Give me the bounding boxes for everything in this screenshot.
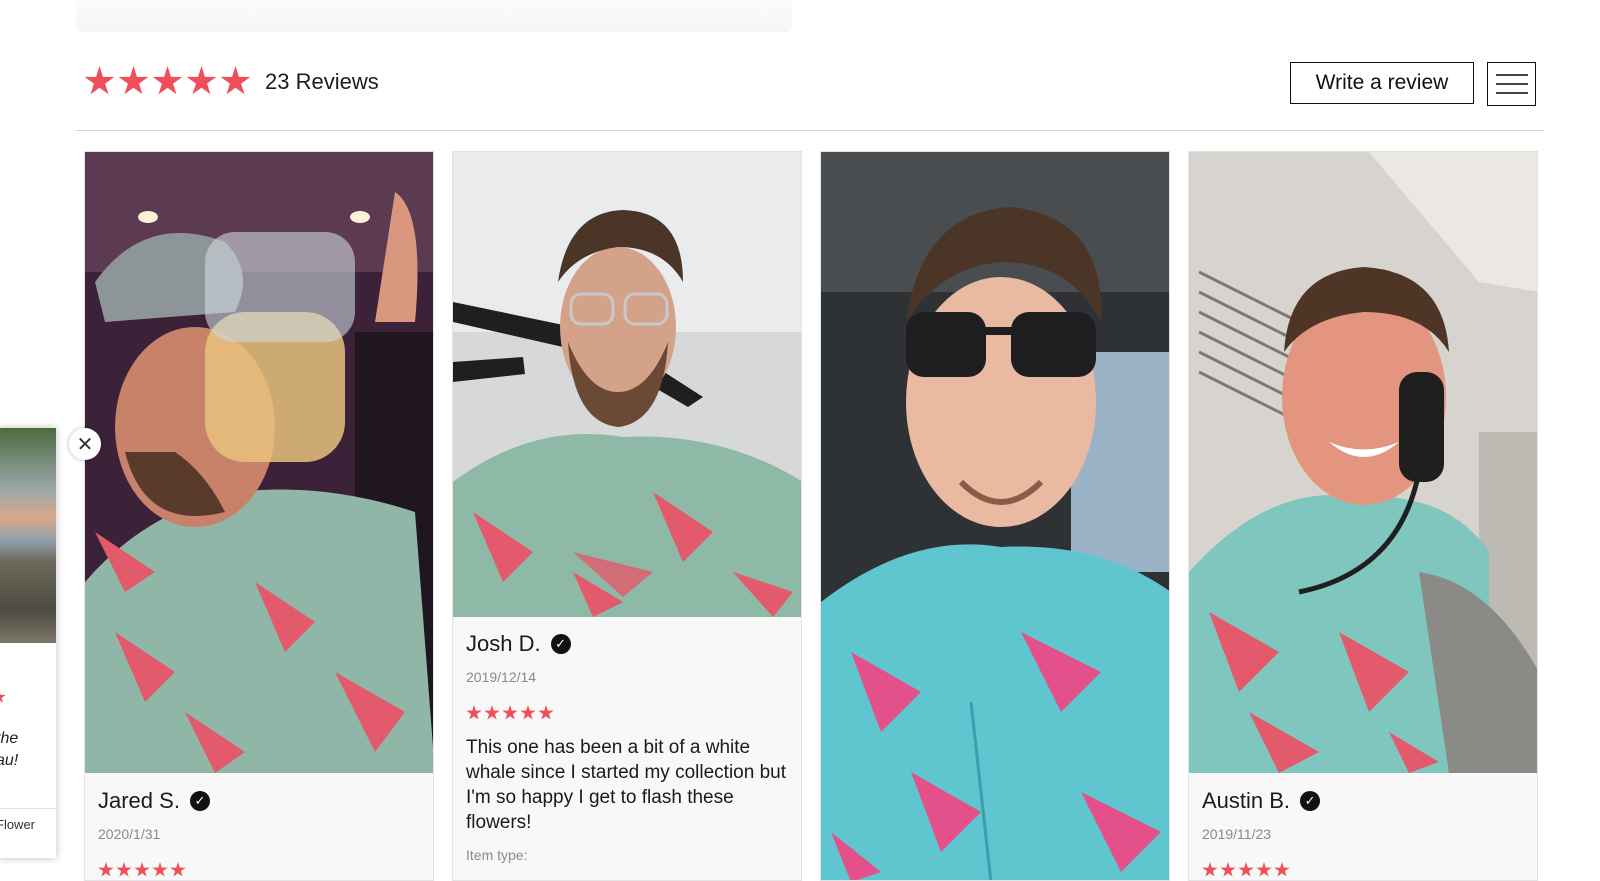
review-count: 23 Reviews: [265, 68, 379, 94]
verified-check-icon: ✓: [1300, 791, 1321, 811]
popup-product-line: .: [0, 834, 35, 852]
reviewer-name-text: Josh D.: [466, 631, 541, 656]
star-icon: [1202, 862, 1218, 877]
popup-text-line: the: [0, 730, 19, 747]
review-photo[interactable]: [821, 152, 1169, 880]
star-icon: [538, 705, 554, 720]
review-card[interactable]: Josh D. ✓ 2019/12/14 This one has been a…: [452, 151, 802, 881]
star-icon: [1238, 862, 1254, 877]
review-stars: [98, 862, 420, 878]
star-icon: [152, 66, 183, 95]
review-card[interactable]: Jared S. ✓ 2020/1/31: [84, 151, 434, 881]
review-text: This one has been a bit of a white whale…: [466, 737, 786, 833]
average-rating-stars: [84, 66, 251, 97]
star-icon: [1256, 862, 1272, 877]
review-card[interactable]: [820, 151, 1170, 881]
review-stars: [1202, 862, 1524, 878]
star-icon: [116, 862, 132, 877]
star-icon: [84, 66, 115, 95]
star-icon: [520, 705, 536, 720]
item-type-label: Item type:: [466, 847, 528, 863]
star-icon: [186, 66, 217, 95]
top-banner-strip: [76, 0, 792, 32]
reviewer-name: Jared S. ✓: [98, 788, 420, 814]
review-stars: [466, 705, 788, 721]
divider: [0, 808, 56, 809]
star-icon: [98, 862, 114, 877]
review-popup[interactable]: the au! Flower .: [0, 428, 56, 858]
review-date: 2019/11/23: [1202, 826, 1272, 842]
verified-check-icon: ✓: [550, 634, 571, 654]
review-photo[interactable]: [453, 152, 801, 617]
star-icon: [220, 66, 251, 95]
star-icon: [118, 66, 149, 95]
star-icon: [170, 862, 186, 877]
reviewer-name: Austin B. ✓: [1202, 788, 1524, 814]
star-icon: [0, 690, 6, 703]
write-review-button[interactable]: Write a review: [1290, 62, 1474, 104]
star-icon: [152, 862, 168, 877]
star-icon: [484, 705, 500, 720]
hamburger-menu-icon[interactable]: [1487, 62, 1536, 106]
popup-product-line: Flower: [0, 817, 36, 832]
star-icon: [134, 862, 150, 877]
menu-line: [1495, 83, 1528, 85]
star-icon: [502, 705, 518, 720]
review-date: 2020/1/31: [98, 826, 161, 842]
review-date: 2019/12/14: [466, 669, 537, 685]
review-summary: 23 Reviews: [84, 66, 379, 97]
reviewer-name-text: Jared S.: [98, 788, 180, 813]
divider: [75, 130, 1545, 131]
review-photo[interactable]: [85, 152, 433, 773]
star-icon: [1220, 862, 1236, 877]
reviewer-name-text: Austin B.: [1202, 788, 1291, 813]
popup-photo: [0, 428, 56, 643]
star-icon: [466, 705, 482, 720]
review-photo[interactable]: [1189, 152, 1537, 773]
menu-line: [1495, 74, 1528, 76]
close-icon[interactable]: ✕: [69, 428, 101, 460]
popup-text-line: au!: [0, 752, 19, 769]
review-card[interactable]: Austin B. ✓ 2019/11/23: [1188, 151, 1538, 881]
popup-product: Flower .: [0, 816, 35, 852]
star-icon: [1274, 862, 1290, 877]
reviewer-name: Josh D. ✓: [466, 631, 788, 657]
popup-review-text: the au!: [0, 728, 18, 772]
menu-line: [1495, 92, 1528, 94]
verified-check-icon: ✓: [189, 791, 210, 811]
